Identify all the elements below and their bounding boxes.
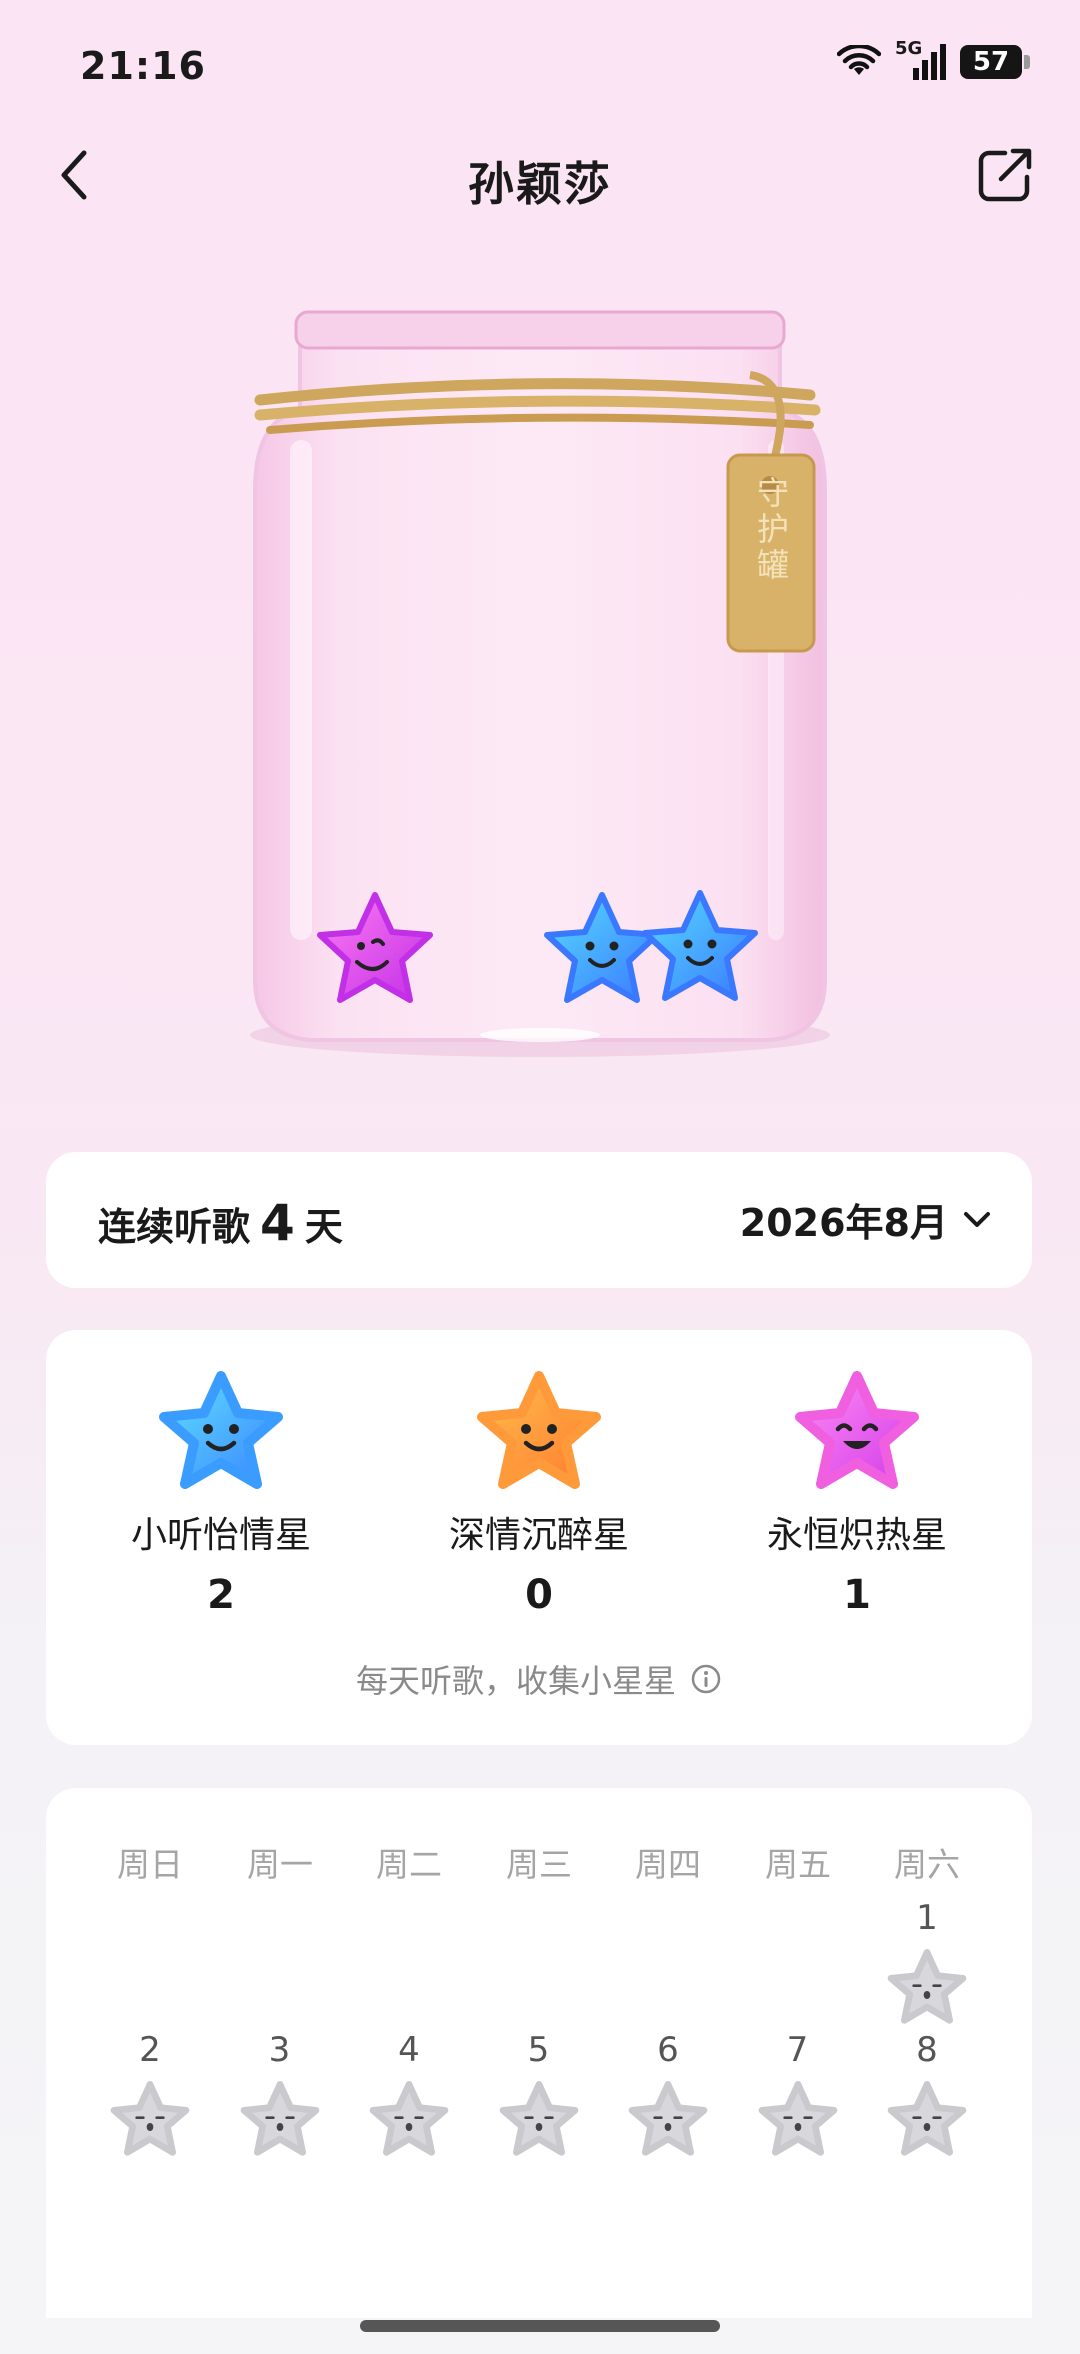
info-icon [691,1664,721,1694]
share-icon [978,148,1032,202]
star-type-count: 2 [207,1572,235,1618]
star-type-orange[interactable]: 深情沉醉星 0 [389,1368,689,1618]
status-icons: 5G 57 [837,38,1030,80]
empty-star-icon [240,2081,319,2156]
chevron-down-icon [964,1211,990,1227]
calendar-day-number: 6 [657,2030,679,2070]
calendar-day[interactable]: 7 [743,2030,853,2158]
calendar-day[interactable]: 2 [95,2030,205,2158]
status-time: 21:16 [80,44,206,88]
weekday-label: 周三 [506,1845,572,1884]
weekday-label: 周一 [247,1845,313,1884]
streak-label: 连续听歌 4 天 [98,1194,343,1252]
calendar-day-number: 8 [916,2030,938,2070]
network-type: 5G [895,38,923,59]
jar-tag-text: 守护罐 [752,476,790,584]
star-type-pink[interactable]: 永恒炽热星 1 [707,1368,1007,1618]
empty-star-icon [369,2081,449,2156]
star-summary-card: 小听怡情星 2 深情沉醉星 0 永恒炽热星 1 每天听歌，收集小星星 [46,1330,1032,1745]
signal-indicator: 5G [895,38,946,80]
stars-tip[interactable]: 每天听歌，收集小星星 [46,1656,1032,1702]
star-jar[interactable]: 守护罐 [240,290,840,1070]
empty-star-icon [758,2081,837,2156]
page-title: 孙颖莎 [468,157,612,211]
battery-indicator: 57 [960,45,1030,79]
blue-star-icon [159,1371,283,1489]
calendar-day-number: 4 [398,2030,420,2070]
star-type-count: 0 [525,1572,553,1618]
calendar-day-number: 1 [916,1898,938,1938]
streak-card: 连续听歌 4 天 2026年8月 [46,1152,1032,1288]
calendar-day[interactable]: 3 [225,2030,335,2158]
calendar-day-number: 2 [139,2030,161,2070]
pink-star-icon [795,1371,919,1489]
home-indicator[interactable] [360,2320,720,2332]
calendar-day-number: 3 [268,2030,291,2070]
stars-tip-text: 每天听歌，收集小星星 [355,1662,676,1700]
streak-days: 4 [260,1194,295,1252]
calendar-day-number: 7 [786,2030,809,2070]
calendar-card: 周日 周一 周二 周三 周四 周五 周六 1 2 3 4 5 6 7 8 [46,1788,1032,2318]
empty-star-icon [887,2081,967,2156]
weekday-label: 周五 [765,1845,831,1884]
calendar-day[interactable]: 8 [872,2030,982,2158]
streak-suffix: 天 [304,1205,343,1249]
star-type-count: 1 [843,1572,871,1618]
star-type-label: 深情沉醉星 [448,1515,629,1556]
calendar-day-number: 5 [527,2030,550,2070]
empty-star-icon [628,2081,708,2156]
orange-star-icon [477,1371,601,1489]
calendar-day[interactable]: 4 [354,2030,464,2158]
weekday-label: 周二 [376,1845,442,1884]
month-picker[interactable]: 2026年8月 [740,1192,992,1247]
share-button[interactable] [975,145,1035,205]
weekday-label: 周六 [894,1845,960,1884]
empty-star-icon [499,2081,578,2156]
calendar-day[interactable]: 5 [484,2030,594,2158]
streak-prefix: 连续听歌 [98,1205,251,1249]
empty-star-icon [110,2081,190,2156]
jar-illustration: 守护罐 [250,310,830,1057]
weekday-label: 周四 [635,1845,701,1884]
calendar-day[interactable]: 6 [613,2030,723,2158]
calendar-day[interactable]: 1 [872,1898,982,2026]
weekday-label: 周日 [117,1845,183,1884]
month-label: 2026年8月 [739,1201,948,1245]
star-type-label: 小听怡情星 [130,1515,311,1556]
star-type-label: 永恒炽热星 [766,1515,947,1556]
star-type-blue[interactable]: 小听怡情星 2 [71,1368,371,1618]
empty-star-icon [887,1949,967,2024]
wifi-icon [837,45,881,75]
